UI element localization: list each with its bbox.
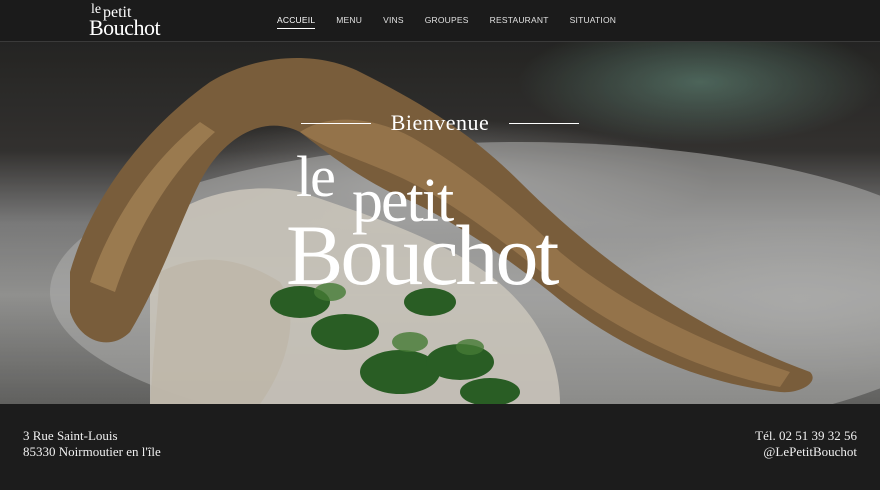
hero-logo-bouchot: Bouchot bbox=[286, 207, 559, 303]
social-handle[interactable]: @LePetitBouchot bbox=[755, 444, 857, 460]
welcome-text: Bienvenue bbox=[390, 110, 490, 135]
nav-item-vins[interactable]: VINS bbox=[383, 15, 404, 29]
nav-item-groupes[interactable]: GROUPES bbox=[425, 15, 469, 29]
address-block: 3 Rue Saint-Louis 85330 Noirmoutier en l… bbox=[23, 428, 161, 460]
welcome-heading: Bienvenue bbox=[301, 110, 579, 136]
phone-number[interactable]: Tél. 02 51 39 32 56 bbox=[755, 428, 857, 444]
site-logo[interactable]: le petit Bouchot bbox=[89, 3, 173, 39]
welcome-right-rule bbox=[509, 122, 579, 124]
address-city: 85330 Noirmoutier en l'île bbox=[23, 444, 161, 459]
top-navigation-bar: le petit Bouchot ACCUEIL MENU VINS GROUP… bbox=[0, 0, 880, 42]
welcome-left-rule bbox=[301, 122, 371, 124]
footer: 3 Rue Saint-Louis 85330 Noirmoutier en l… bbox=[0, 404, 880, 490]
nav-item-accueil[interactable]: ACCUEIL bbox=[277, 15, 316, 29]
hero-logo: le petit Bouchot bbox=[286, 144, 606, 299]
hero-banner: Bienvenue le petit Bouchot bbox=[0, 42, 880, 404]
nav-item-restaurant[interactable]: RESTAURANT bbox=[490, 15, 549, 29]
address-street: 3 Rue Saint-Louis bbox=[23, 428, 118, 443]
nav-item-menu[interactable]: MENU bbox=[336, 15, 362, 29]
main-nav: ACCUEIL MENU VINS GROUPES RESTAURANT SIT… bbox=[277, 15, 637, 29]
logo-bouchot: Bouchot bbox=[89, 15, 161, 40]
contact-block: Tél. 02 51 39 32 56 @LePetitBouchot bbox=[755, 428, 857, 460]
hero-logo-le: le bbox=[296, 144, 336, 209]
nav-item-situation[interactable]: SITUATION bbox=[570, 15, 617, 29]
